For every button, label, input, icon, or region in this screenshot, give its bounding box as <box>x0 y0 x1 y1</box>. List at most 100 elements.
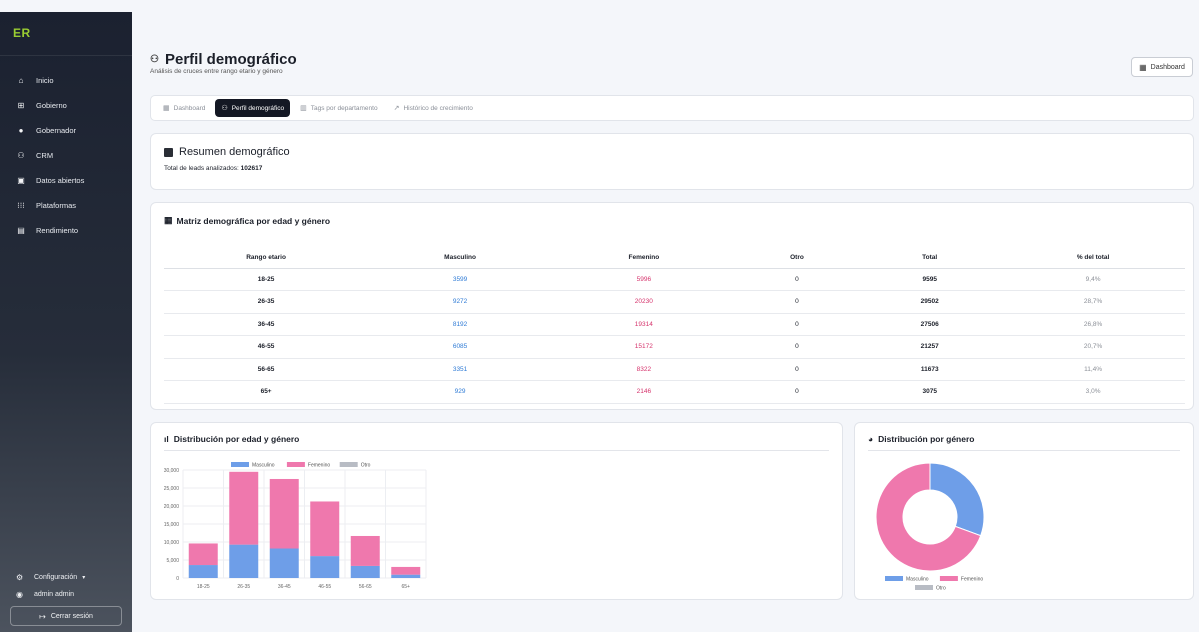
tab-label: Perfil demográfico <box>231 104 285 112</box>
y-tick-label: 20,000 <box>164 504 180 510</box>
x-tick-label: 56-65 <box>359 584 372 590</box>
logout-icon: ↦ <box>39 611 46 621</box>
logout-button[interactable]: ↦ Cerrar sesión <box>10 606 122 626</box>
cell-otro: 0 <box>735 290 859 314</box>
sidebar-nav: ⌂ Inicio ⊞ Gobierno ● Gobernador ⚇ CRM ▣… <box>0 68 132 243</box>
sidebar-item-plataformas[interactable]: ⁝⁝⁝ Plataformas <box>0 193 132 218</box>
cell-otro: 0 <box>735 268 859 291</box>
tab-tags-por-departamento[interactable]: ▥ Tags por departamento <box>294 99 383 117</box>
cell-masculino: 3599 <box>368 268 552 291</box>
home-icon: ⌂ <box>18 76 24 85</box>
cell-masculino: 3351 <box>368 358 552 381</box>
sidebar-item-label: Datos abiertos <box>36 176 85 185</box>
tab-label: Tags por departamento <box>310 104 378 112</box>
matrix-title-text: Matriz demográfica por edad y género <box>176 215 331 226</box>
sidebar: ER ⌂ Inicio ⊞ Gobierno ● Gobernador ⚇ CR… <box>0 12 132 632</box>
divider <box>868 450 1180 451</box>
sidebar-item-label: Inicio <box>36 76 54 85</box>
column-header: Total <box>858 247 1002 269</box>
tab-bar: ▦ Dashboard ⚇ Perfil demográfico ▥ Tags … <box>150 95 1194 121</box>
donut-slice-masculino <box>929 462 985 537</box>
bar-segment-masculino <box>350 565 380 578</box>
bar-segment-femenino <box>350 535 380 566</box>
cell-total: 11673 <box>858 358 1002 381</box>
cell-range: 56-65 <box>164 358 369 381</box>
sidebar-item-gobernador[interactable]: ● Gobernador <box>0 118 132 143</box>
table-row: 26-35 9272 20230 0 29502 28,7% <box>164 290 1185 314</box>
cell-otro: 0 <box>735 335 859 359</box>
cell-femenino: 2146 <box>551 380 736 404</box>
tab-label: Dashboard <box>173 104 206 112</box>
legend-label: Femenino <box>308 463 330 469</box>
cell-range: 26-35 <box>164 290 369 314</box>
sidebar-item-datos-abiertos[interactable]: ▣ Datos abiertos <box>0 168 132 193</box>
user-profile[interactable]: ◉ admin admin <box>0 586 132 603</box>
sidebar-item-label: Gobernador <box>36 126 77 135</box>
cell-range: 18-25 <box>164 268 369 291</box>
chevron-down-icon: ▾ <box>82 575 86 581</box>
donut-chart-title-text: Distribución por género <box>878 434 975 444</box>
x-tick-label: 46-55 <box>318 584 331 590</box>
tab-historico-de-crecimiento[interactable]: ↗ Histórico de crecimiento <box>388 99 479 117</box>
sidebar-item-gobierno[interactable]: ⊞ Gobierno <box>0 93 132 118</box>
cell-femenino: 8322 <box>551 358 736 381</box>
cell-femenino: 5996 <box>551 268 736 291</box>
user-name: admin admin <box>34 591 75 598</box>
tab-perfil-demografico[interactable]: ⚇ Perfil demográfico <box>215 99 291 117</box>
summary-total-label: Total de leads analizados: <box>164 165 239 172</box>
cell-otro: 0 <box>735 380 859 404</box>
bar-segment-masculino <box>310 556 340 578</box>
bar-chart-title-text: Distribución por edad y género <box>173 434 300 444</box>
sidebar-item-label: Plataformas <box>36 201 77 210</box>
summary-total-value: 102617 <box>240 165 263 172</box>
logout-label: Cerrar sesión <box>50 612 93 620</box>
app-logo[interactable]: ER <box>13 26 31 40</box>
donut-chart: Masculino Femenino Otro <box>875 462 985 592</box>
bar-chart-card: ıl Distribución por edad y género 0 5,000… <box>150 422 843 600</box>
legend-swatch <box>231 462 249 467</box>
table-header-row: Rango etario Masculino Femenino Otro Tot… <box>164 247 1185 269</box>
y-tick-label: 5,000 <box>166 558 179 564</box>
bar-chart-icon: ▥ <box>300 105 307 112</box>
legend-label: Otro <box>936 586 946 592</box>
cell-percent: 28,7% <box>1001 290 1185 314</box>
chart-box-icon <box>164 147 173 157</box>
bar-segment-femenino <box>310 501 340 557</box>
cell-total: 9595 <box>858 268 1002 291</box>
cell-otro: 0 <box>735 313 859 336</box>
cell-otro: 0 <box>735 358 859 381</box>
sidebar-footer: ⚙ Configuración ▾ ◉ admin admin ↦ Cerrar… <box>0 569 132 632</box>
tab-dashboard[interactable]: ▦ Dashboard <box>157 99 211 117</box>
sidebar-item-inicio[interactable]: ⌂ Inicio <box>0 68 132 93</box>
sidebar-item-rendimiento[interactable]: ▤ Rendimiento <box>0 218 132 243</box>
users-icon: ⚇ <box>221 105 228 112</box>
bar-segment-femenino <box>391 566 421 575</box>
cell-range: 65+ <box>164 380 369 404</box>
matrix-title: ▦ Matriz demográfica por edad y género <box>164 215 330 226</box>
divider <box>0 55 132 56</box>
bar-segment-masculino <box>229 544 259 578</box>
summary-card: Resumen demográfico Total de leads anali… <box>150 133 1194 190</box>
cell-percent: 11,4% <box>1001 358 1185 381</box>
x-tick-label: 36-45 <box>278 584 291 590</box>
legend-label: Otro <box>361 463 371 469</box>
sidebar-item-label: Rendimiento <box>36 226 79 235</box>
sidebar-item-crm[interactable]: ⚇ CRM <box>0 143 132 168</box>
building-icon: ⊞ <box>17 101 25 110</box>
legend-label: Masculino <box>252 463 275 469</box>
table-row: 56-65 3351 8322 0 11673 11,4% <box>164 358 1185 381</box>
cell-masculino: 929 <box>368 380 552 404</box>
cell-femenino: 20230 <box>551 290 736 314</box>
users-icon: ⚇ <box>150 54 159 65</box>
table-row: 46-55 6085 15172 0 21257 20,7% <box>164 335 1185 359</box>
column-header: Otro <box>735 247 859 269</box>
x-tick-label: 18-25 <box>197 584 210 590</box>
dashboard-button[interactable]: ▦ Dashboard <box>1131 57 1193 77</box>
bar-segment-femenino <box>188 543 218 566</box>
cell-range: 36-45 <box>164 313 369 336</box>
settings-menu[interactable]: ⚙ Configuración ▾ <box>0 569 132 586</box>
bar-chart-icon: ıl <box>164 434 169 444</box>
tab-label: Histórico de crecimiento <box>403 104 473 112</box>
y-tick-label: 0 <box>176 576 179 582</box>
performance-icon: ▤ <box>17 226 25 235</box>
